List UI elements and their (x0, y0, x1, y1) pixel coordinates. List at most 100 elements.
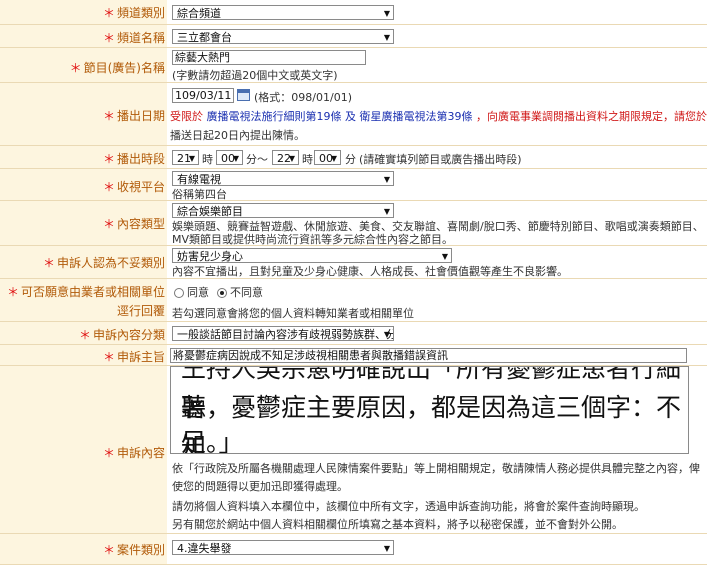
content-type-desc-2: MV類節目或提供時尚流行資訊等多元綜合性內容之節目。 (172, 233, 454, 246)
dropdown-arrow-icon: ▼ (188, 154, 195, 163)
complaint-category-value: 一般談話節目討論內容涉有歧視弱勢族群、分化 (177, 328, 394, 341)
platform-label: 收視平台 (116, 180, 165, 194)
inappropriate-label: 申訴人認為不妥類別 (56, 256, 165, 270)
value-cell: 同意 不同意 若勾選同意會將您的個人資料轉知業者或相關單位 (168, 279, 707, 321)
complaint-category-select[interactable]: 一般談話節目討論內容涉有歧視弱勢族群、分化 ▼ (172, 326, 394, 341)
required-star: ＊ (102, 152, 115, 166)
value-cell: 將憂鬱症病因說成不知足涉歧視相關患者與散播錯誤資訊 (168, 345, 707, 365)
calendar-icon[interactable] (237, 89, 250, 101)
dropdown-arrow-icon: ▼ (383, 175, 390, 184)
content-note-1: 依「行政院及所屬各機關處理人民陳情案件要點」等上開相關規定，敬請陳情人務必提供具… (172, 462, 700, 475)
case-category-value: 4.違失舉發 (177, 542, 232, 555)
minute-unit: 分 (345, 153, 356, 166)
label-cell: ＊申訴內容分類 (0, 322, 167, 344)
dropdown-arrow-icon: ▼ (232, 154, 239, 163)
required-star: ＊ (102, 180, 115, 194)
dropdown-arrow-icon: ▼ (383, 330, 390, 339)
broadcast-date-value: 109/03/11 (175, 89, 232, 102)
row-broadcast-time: ＊播出時段 21 ▼ 時 00 ▼ 分 ～ 22 ▼ 時 00 ▼ 分 (請確實填列節目… (0, 146, 707, 169)
content-line-2: 著，憂鬱症主要原因，都是因為這三個字：不知 (181, 393, 682, 454)
required-star: ＊ (102, 543, 115, 557)
label-cell: ＊收視平台 (0, 169, 167, 200)
program-name-input[interactable]: 綜藝大熱門 (172, 50, 366, 65)
channel-category-value: 綜合頻道 (177, 7, 221, 20)
value-cell: 綜藝大熱門 (字數請勿超過20個中文或英文字) (168, 48, 707, 82)
label-cell: ＊內容類型 (0, 201, 167, 245)
row-broadcast-date: ＊播出日期 109/03/11 (格式：098/01/01) 受限於 廣播電視法… (0, 83, 707, 146)
required-star: ＊ (102, 446, 115, 460)
broadcast-date-label: 播出日期 (116, 109, 165, 123)
platform-select[interactable]: 有線電視 ▼ (172, 171, 394, 186)
required-star: ＊ (102, 6, 115, 20)
value-cell: 三立都會台 ▼ (168, 25, 707, 47)
channel-category-select[interactable]: 綜合頻道 ▼ (172, 5, 394, 20)
consent-label: 可否願意由業者或相關單位 (20, 285, 165, 299)
dropdown-arrow-icon: ▼ (330, 154, 337, 163)
value-cell: 綜合娛樂節目 ▼ 娛樂頭題、競賽益智遊戲、休閒旅遊、美食、交友聯誼、喜鬧劇/脫口秀… (168, 201, 707, 246)
platform-value: 有線電視 (177, 173, 221, 186)
inappropriate-value: 妨害兒少身心 (177, 250, 243, 263)
label-cell: ＊案件類別 (0, 534, 167, 564)
start-hour-select[interactable]: 21 ▼ (172, 150, 199, 165)
row-channel-name: ＊頻道名稱 三立都會台 ▼ (0, 25, 707, 48)
value-cell: 有線電視 ▼ 俗稱第四台 (168, 169, 707, 201)
required-star: ＊ (42, 256, 55, 270)
date-format-hint: (格式：098/01/01) (254, 91, 352, 104)
note-text: ，向廣電事業調閱播出資料之期限規定，請您於 (476, 110, 707, 123)
content-note-4: 另有關您於網站中個人資料相關欄位所填寫之基本資料，將予以秘密保護，並不會對外公開… (172, 518, 623, 531)
dropdown-arrow-icon: ▼ (383, 33, 390, 42)
label-cell: ＊播出日期 (0, 83, 167, 145)
content-type-select[interactable]: 綜合娛樂節目 ▼ (172, 203, 394, 218)
label-cell: ＊頻道名稱 (0, 25, 167, 47)
required-star: ＊ (69, 61, 82, 75)
row-complaint-content: ＊申訴內容 王持人吳宗憲明確說出「所有憂鬱症患者行細聽 著，憂鬱症主要原因，都是… (0, 366, 707, 534)
dropdown-arrow-icon: ▼ (288, 154, 295, 163)
value-cell: 妨害兒少身心 ▼ 內容不宜播出，且對兒童及少身心健康、人格成長、社會價值觀等產生不… (168, 246, 707, 278)
value-cell: 王持人吳宗憲明確說出「所有憂鬱症患者行細聽 著，憂鬱症主要原因，都是因為這三個字… (168, 366, 707, 533)
case-category-select[interactable]: 4.違失舉發 ▼ (172, 540, 394, 555)
row-content-type: ＊內容類型 綜合娛樂節目 ▼ 娛樂頭題、競賽益智遊戲、休閒旅遊、美食、交友聯誼、喜… (0, 201, 707, 246)
required-star: ＊ (102, 350, 115, 364)
content-note-3: 請勿將個人資料填入本欄位中，該欄位中所有文字，透過申訴查詢功能，將會於案件查詢時… (172, 500, 645, 513)
consent-agree-option[interactable]: 同意 (174, 284, 209, 300)
row-platform: ＊收視平台 有線電視 ▼ 俗稱第四台 (0, 169, 707, 201)
required-star: ＊ (102, 109, 115, 123)
hour-unit: 時 (202, 153, 213, 166)
radio-checked-icon[interactable] (217, 288, 227, 298)
end-minute-select[interactable]: 00 ▼ (314, 150, 341, 165)
platform-note: 俗稱第四台 (172, 188, 227, 201)
regulation-link-2[interactable]: 衛星廣播電視法第39條 (360, 110, 473, 123)
case-category-label: 案件類別 (116, 543, 165, 557)
value-cell: 一般談話節目討論內容涉有歧視弱勢族群、分化 ▼ (168, 322, 707, 344)
regulation-link-1[interactable]: 廣播電視法施行細則第19條 (207, 110, 342, 123)
channel-name-select[interactable]: 三立都會台 ▼ (172, 29, 394, 44)
note-and: 及 (345, 110, 356, 123)
consent-disagree-option[interactable]: 不同意 (217, 284, 263, 300)
required-star: ＊ (102, 31, 115, 45)
complaint-subject-value: 將憂鬱症病因說成不知足涉歧視相關患者與散播錯誤資訊 (173, 349, 448, 362)
channel-name-label: 頻道名稱 (116, 31, 165, 45)
inappropriate-desc: 內容不宜播出，且對兒童及少身心健康、人格成長、社會價值觀等產生不良影響。 (172, 265, 568, 278)
program-name-label: 節目(廣告)名稱 (83, 61, 165, 75)
row-complaint-category: ＊申訴內容分類 一般談話節目討論內容涉有歧視弱勢族群、分化 ▼ (0, 322, 707, 345)
content-type-label: 內容類型 (116, 217, 165, 231)
inappropriate-select[interactable]: 妨害兒少身心 ▼ (172, 248, 452, 263)
end-hour-select[interactable]: 22 ▼ (272, 150, 299, 165)
hour-unit: 時 (302, 153, 313, 166)
complaint-subject-label: 申訴主旨 (116, 350, 165, 364)
value-cell: 21 ▼ 時 00 ▼ 分 ～ 22 ▼ 時 00 ▼ 分 (請確實填列節目或廣告播出時… (168, 146, 707, 168)
value-cell: 4.違失舉發 ▼ (168, 534, 707, 564)
complaint-content-textarea[interactable]: 王持人吳宗憲明確說出「所有憂鬱症患者行細聽 著，憂鬱症主要原因，都是因為這三個字… (170, 366, 689, 454)
required-star: ＊ (102, 217, 115, 231)
row-inappropriate-category: ＊申訴人認為不妥類別 妨害兒少身心 ▼ 內容不宜播出，且對兒童及少身心健康、人格成… (0, 246, 707, 279)
broadcast-date-note: 受限於 廣播電視法施行細則第19條 及 衛星廣播電視法第39條 ，向廣電事業調閱… (170, 108, 707, 124)
content-line-3: 足。」 (181, 428, 244, 454)
complaint-content-label: 申訴內容 (116, 446, 165, 460)
start-minute-select[interactable]: 00 ▼ (216, 150, 243, 165)
note-text: 受限於 (170, 110, 203, 123)
row-case-category: ＊案件類別 4.違失舉發 ▼ (0, 534, 707, 565)
required-star: ＊ (6, 285, 19, 299)
broadcast-date-input[interactable]: 109/03/11 (172, 88, 234, 103)
complaint-subject-input[interactable]: 將憂鬱症病因說成不知足涉歧視相關患者與散播錯誤資訊 (170, 348, 687, 363)
radio-unchecked-icon[interactable] (174, 288, 184, 298)
